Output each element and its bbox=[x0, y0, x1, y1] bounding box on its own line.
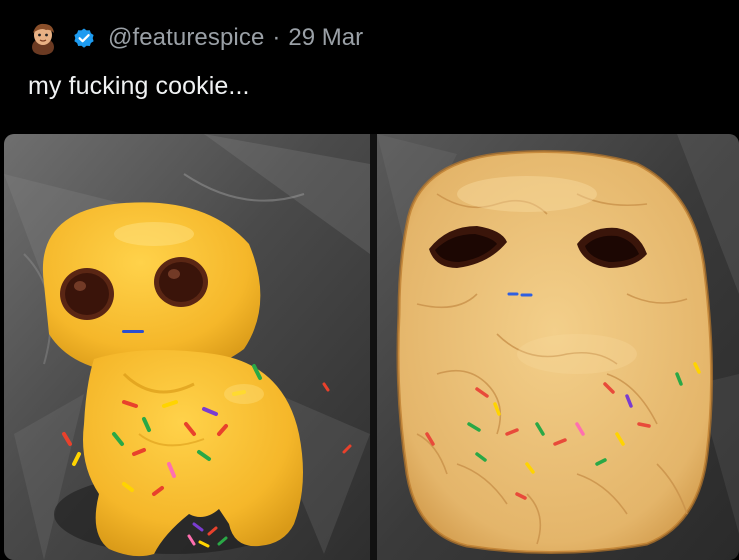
media-grid bbox=[4, 134, 739, 560]
photo-raw-cookie-dough[interactable] bbox=[4, 134, 370, 560]
avatar[interactable] bbox=[26, 21, 60, 55]
tweet-header: @featurespice · 29 Mar bbox=[26, 20, 363, 56]
cartoon-avatar-icon bbox=[26, 21, 60, 55]
author-handle[interactable]: @featurespice bbox=[108, 24, 264, 52]
photo-baked-cookie[interactable] bbox=[377, 134, 739, 560]
tweet-date[interactable]: 29 Mar bbox=[288, 24, 363, 52]
verified-badge-icon bbox=[72, 26, 96, 50]
header-separator: · bbox=[272, 24, 281, 51]
tweet-text: my fucking cookie... bbox=[28, 72, 250, 100]
tweet-card[interactable]: @featurespice · 29 Mar my fucking cookie… bbox=[0, 0, 739, 560]
